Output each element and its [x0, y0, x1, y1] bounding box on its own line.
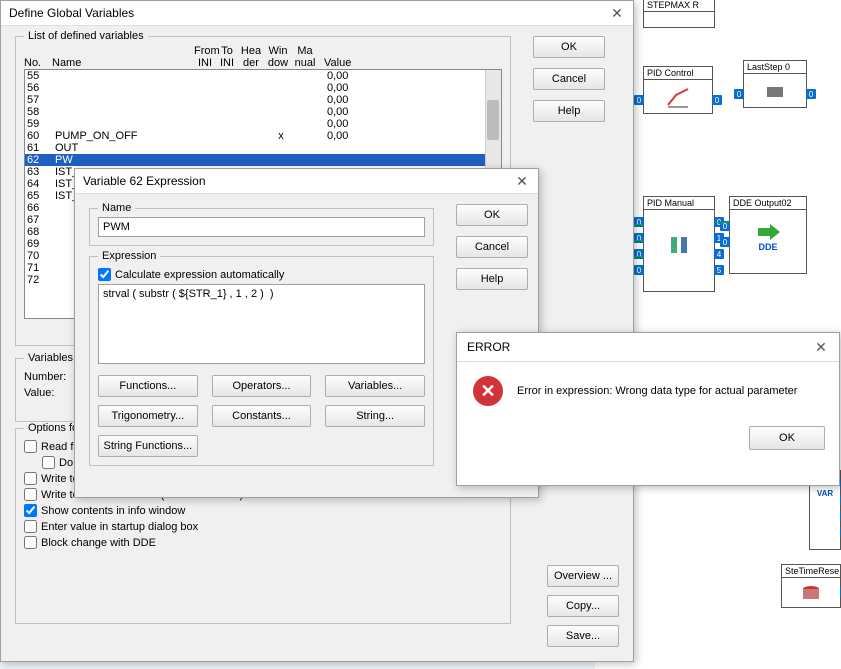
variables-button[interactable]: Variables...	[325, 375, 425, 397]
functions-button[interactable]: Functions...	[98, 375, 198, 397]
close-icon[interactable]: ✕	[609, 5, 625, 21]
pin[interactable]: 0	[634, 265, 644, 275]
name-input[interactable]	[98, 217, 425, 237]
pin-in[interactable]: 0	[634, 95, 644, 105]
vex-cancel-button[interactable]: Cancel	[456, 236, 528, 258]
col-value: Value	[318, 57, 502, 69]
dde-label: DDE	[758, 242, 777, 252]
close-icon[interactable]: ✕	[813, 339, 829, 355]
vex-ok-button[interactable]: OK	[456, 204, 528, 226]
close-icon[interactable]: ✕	[514, 173, 530, 189]
expression-textarea[interactable]	[98, 284, 425, 364]
err-titlebar: ERROR ✕	[457, 333, 839, 362]
block-dde-output[interactable]: DDE Output02 DDE 0 0	[729, 196, 807, 274]
write-ddf-checkbox[interactable]	[24, 488, 37, 501]
constants-button[interactable]: Constants...	[212, 405, 312, 427]
dgv-title: Define Global Variables	[9, 6, 134, 20]
trigonometry-button[interactable]: Trigonometry...	[98, 405, 198, 427]
value-label: Value:	[24, 387, 76, 399]
dgv-titlebar: Define Global Variables ✕	[1, 1, 633, 26]
no-overwrite-checkbox[interactable]	[42, 456, 55, 469]
enter-startup-label: Enter value in startup dialog box	[41, 521, 198, 533]
read-fr-checkbox[interactable]	[24, 440, 37, 453]
block-pid-control[interactable]: PID Control 0 0	[643, 66, 713, 114]
block-laststep[interactable]: LastStep 0 0 0	[743, 60, 807, 108]
pin[interactable]: 5	[714, 265, 724, 275]
vex-title: Variable 62 Expression	[83, 174, 206, 188]
block-pid-control-title: PID Control	[644, 67, 712, 80]
arrow-right-icon	[754, 222, 782, 242]
variable-row[interactable]: 550,00	[25, 70, 501, 82]
vex-help-button[interactable]: Help	[456, 268, 528, 290]
variable-row[interactable]: 590,00	[25, 118, 501, 130]
error-dialog: ERROR ✕ ✕ Error in expression: Wrong dat…	[456, 332, 840, 486]
calc-auto-checkbox[interactable]	[98, 268, 111, 281]
variable-row[interactable]: 560,00	[25, 82, 501, 94]
string-functions-button[interactable]: String Functions...	[98, 435, 198, 457]
chart-line-icon	[666, 85, 690, 109]
pin[interactable]: 0	[634, 233, 644, 243]
write-ini-checkbox[interactable]	[24, 472, 37, 485]
expression-legend: Expression	[98, 250, 160, 262]
error-icon: ✕	[473, 376, 503, 406]
variable-row[interactable]: 60PUMP_ON_OFFx0,00	[25, 130, 501, 142]
step-icon	[763, 79, 787, 103]
operators-button[interactable]: Operators...	[212, 375, 312, 397]
block-dde-label: Block change with DDE	[41, 537, 156, 549]
pin[interactable]: 4	[714, 249, 724, 259]
read-fr-label: Read fr	[41, 441, 77, 453]
cylinder-icon	[799, 583, 823, 607]
slider-icon	[667, 233, 691, 257]
block-laststep-title: LastStep 0	[744, 61, 806, 74]
overview-button[interactable]: Overview ...	[547, 565, 619, 587]
pin-out[interactable]: 0	[712, 95, 722, 105]
save-button[interactable]: Save...	[547, 625, 619, 647]
err-title: ERROR	[467, 340, 510, 354]
copy-button[interactable]: Copy...	[547, 595, 619, 617]
pin[interactable]: 0	[634, 249, 644, 259]
show-info-checkbox[interactable]	[24, 504, 37, 517]
block-pid-manual-title: PID Manual	[644, 197, 714, 210]
block-ste[interactable]: SteTimeRese 0	[781, 564, 841, 608]
scroll-thumb[interactable]	[487, 100, 499, 140]
defined-variables-legend: List of defined variables	[24, 30, 148, 42]
expression-group: Expression Calculate expression automati…	[89, 256, 434, 466]
dgv-ok-button[interactable]: OK	[533, 36, 605, 58]
col-no: No.	[24, 57, 52, 69]
pin[interactable]: 0	[720, 237, 730, 247]
variables-context-legend: Variables	[24, 352, 77, 364]
pin[interactable]: 0	[634, 217, 644, 227]
enter-startup-checkbox[interactable]	[24, 520, 37, 533]
number-label: Number:	[24, 371, 76, 383]
col-name: Name	[52, 57, 194, 69]
vex-titlebar: Variable 62 Expression ✕	[75, 169, 538, 194]
block-dde-output-title: DDE Output02	[730, 197, 806, 210]
dgv-help-button[interactable]: Help	[533, 100, 605, 122]
block-stepmax[interactable]: STEPMAX R	[643, 0, 715, 28]
block-dde-checkbox[interactable]	[24, 536, 37, 549]
block-pid-manual[interactable]: PID Manual 0 0 0 0 0 1 4 5	[643, 196, 715, 292]
pin-in[interactable]: 0	[734, 89, 744, 99]
variable-row[interactable]: 61OUT	[25, 142, 501, 154]
variable-row[interactable]: 580,00	[25, 106, 501, 118]
name-legend: Name	[98, 202, 135, 214]
name-group: Name	[89, 208, 434, 246]
string-button[interactable]: String...	[325, 405, 425, 427]
block-ste-title: SteTimeRese	[782, 565, 840, 578]
variable-row[interactable]: 570,00	[25, 94, 501, 106]
calc-auto-label: Calculate expression automatically	[115, 269, 284, 281]
show-info-label: Show contents in info window	[41, 505, 185, 517]
pin-out[interactable]: 0	[806, 89, 816, 99]
error-message: Error in expression: Wrong data type for…	[517, 385, 797, 397]
block-stepmax-title: STEPMAX R	[644, 0, 714, 12]
dgv-cancel-button[interactable]: Cancel	[533, 68, 605, 90]
err-ok-button[interactable]: OK	[749, 426, 825, 450]
variable-row[interactable]: 62PW	[25, 154, 501, 166]
